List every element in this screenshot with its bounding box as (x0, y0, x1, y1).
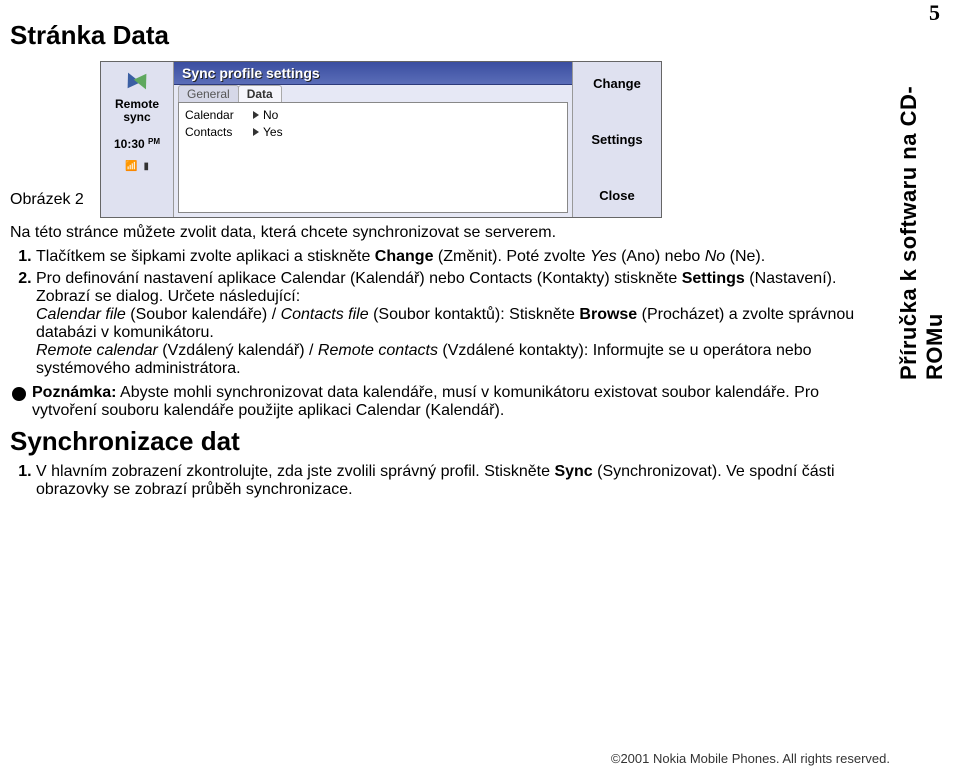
note: Poznámka: Abyste mohli synchronizovat da… (10, 384, 880, 420)
figure-row: Obrázek 2 Remote sync 10:30 PM 📶 ▮ (10, 61, 880, 218)
device-right-panel: Change Settings Close (572, 62, 661, 217)
row-calendar-label: Calendar (185, 107, 249, 124)
page-number: 5 (929, 0, 940, 26)
row-calendar-value[interactable]: No (253, 107, 283, 124)
close-button[interactable]: Close (599, 188, 634, 203)
tab-data[interactable]: Data (238, 85, 282, 102)
chevron-right-icon (253, 128, 259, 136)
row-contacts-label: Contacts (185, 124, 249, 141)
steps-list: Tlačítkem se šipkami zvolte aplikaci a s… (10, 248, 880, 378)
figure-label: Obrázek 2 (10, 191, 100, 209)
sync-step-1: V hlavním zobrazení zkontrolujte, zda js… (36, 463, 880, 499)
device-center-panel: Sync profile settings General Data Calen… (174, 62, 572, 217)
lead-text: Na této stránce můžete zvolit data, kter… (10, 224, 880, 242)
sidebar-title: Příručka k softwaru na CD-ROMu (896, 30, 948, 380)
page-title: Stránka Data (10, 20, 880, 51)
note-body: Abyste mohli synchronizovat data kalendá… (32, 384, 819, 419)
note-bullet-icon (12, 387, 26, 401)
sync-heading: Synchronizace dat (10, 426, 880, 457)
row-contacts-value[interactable]: Yes (253, 124, 283, 141)
device-status-icons: 📶 ▮ (125, 161, 149, 172)
device-time: 10:30 PM (114, 137, 160, 151)
chevron-right-icon (253, 111, 259, 119)
signal-icon: 📶 (125, 161, 137, 172)
tab-general[interactable]: General (178, 85, 239, 102)
note-label: Poznámka: (32, 384, 116, 401)
step-1: Tlačítkem se šipkami zvolte aplikaci a s… (36, 248, 880, 266)
device-tabs: General Data (174, 85, 572, 102)
sync-steps: V hlavním zobrazení zkontrolujte, zda js… (10, 463, 880, 499)
battery-icon: ▮ (143, 161, 149, 172)
device-left-panel: Remote sync 10:30 PM 📶 ▮ (101, 62, 174, 217)
remote-sync-label: Remote sync (115, 98, 159, 123)
change-button[interactable]: Change (593, 76, 641, 91)
content: Stránka Data Obrázek 2 Remote sync 10:30… (0, 0, 940, 499)
footer-copyright: ©2001 Nokia Mobile Phones. All rights re… (611, 751, 890, 766)
settings-button[interactable]: Settings (591, 132, 642, 147)
copyright-icon: © (611, 751, 621, 766)
remote-sync-icon (122, 68, 152, 96)
step-2: Pro definování nastavení aplikace Calend… (36, 270, 880, 378)
device-title-bar: Sync profile settings (174, 62, 572, 85)
device-screenshot: Remote sync 10:30 PM 📶 ▮ Sync profile se… (100, 61, 662, 218)
device-list: Calendar Contacts No Yes (178, 102, 568, 213)
